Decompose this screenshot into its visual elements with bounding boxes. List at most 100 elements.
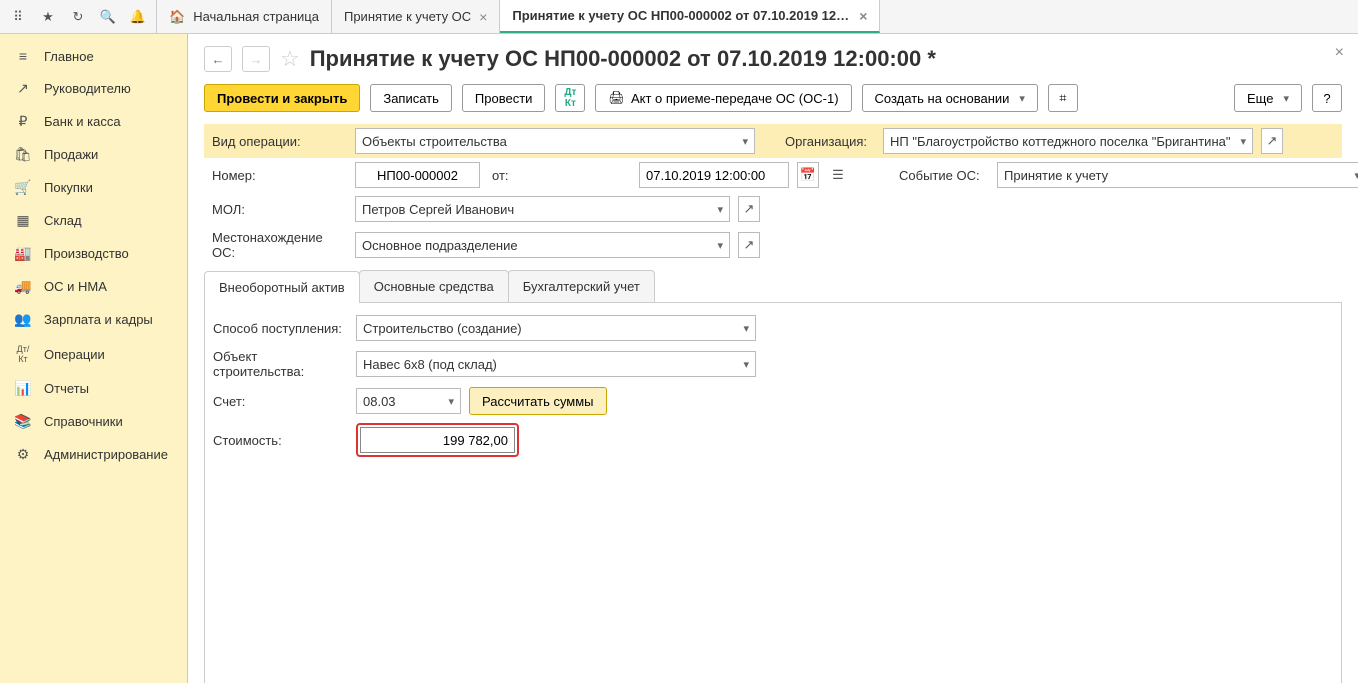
print-act-button[interactable]: 🖨Акт о приеме-передаче ОС (ОС-1) [595, 84, 851, 112]
chart-icon: ↗ [14, 80, 32, 97]
toolbar: Провести и закрыть Записать Провести ДтК… [204, 84, 1342, 112]
tab-panel: Способ поступления: Строительство (созда… [204, 303, 1342, 683]
sidebar-item-production[interactable]: 🏭Производство [0, 237, 187, 270]
print-icon: 🖨 [608, 90, 625, 106]
sidebar-item-warehouse[interactable]: ▦Склад [0, 204, 187, 237]
back-button[interactable]: ← [204, 46, 232, 72]
form-area: Вид операции: Объекты строительства▾ Орг… [204, 124, 1342, 683]
operation-type-select[interactable]: Объекты строительства▾ [355, 128, 755, 154]
sidebar-item-label: Справочники [44, 414, 123, 429]
dtkt-icon: Дт/Кт [14, 344, 32, 364]
sidebar-item-bank[interactable]: ₽ Банк и касса [0, 105, 187, 138]
sidebar-item-reports[interactable]: 📊 Отчеты [0, 372, 187, 405]
more-button[interactable]: Еще [1234, 84, 1302, 112]
organization-label: Организация: [785, 134, 875, 149]
chevron-down-icon: ▾ [717, 203, 723, 216]
sidebar-item-label: Отчеты [44, 381, 89, 396]
open-button[interactable]: ↗ [738, 232, 760, 258]
dtkt-button[interactable]: ДтКт [555, 84, 585, 112]
history-icon[interactable]: ↻ [66, 5, 90, 29]
ruble-icon: ₽ [14, 113, 32, 130]
mol-select[interactable]: Петров Сергей Иванович▾ [355, 196, 730, 222]
save-button[interactable]: Записать [370, 84, 452, 112]
sidebar-item-label: Банк и касса [44, 114, 121, 129]
close-icon[interactable]: × [859, 8, 867, 24]
forward-button[interactable]: → [242, 46, 270, 72]
tab-list[interactable]: Принятие к учету ОС × [332, 0, 500, 33]
tab-fixed-assets[interactable]: Основные средства [359, 270, 509, 302]
bell-icon[interactable]: 🔔 [126, 5, 150, 29]
calendar-icon[interactable]: 📅 [797, 162, 819, 188]
tab-accounting[interactable]: Бухгалтерский учет [508, 270, 655, 302]
chevron-down-icon: ▾ [743, 358, 749, 371]
method-select[interactable]: Строительство (создание)▾ [356, 315, 756, 341]
location-label: Местонахождение ОС: [212, 230, 347, 260]
cart-icon: 🛒 [14, 179, 32, 196]
truck-icon: 🚚 [14, 278, 32, 295]
organization-select[interactable]: НП "Благоустройство коттеджного поселка … [883, 128, 1253, 154]
chevron-down-icon: ▾ [742, 135, 748, 148]
sidebar-item-catalogs[interactable]: 📚 Справочники [0, 405, 187, 438]
apps-icon[interactable]: ⠿ [6, 5, 30, 29]
tab-noncurrent-asset[interactable]: Внеоборотный актив [204, 271, 360, 303]
open-button[interactable]: ↗ [1261, 128, 1283, 154]
tab-label: Принятие к учету ОС НП00-000002 от 07.10… [512, 8, 851, 23]
tab-label: Начальная страница [193, 9, 319, 24]
sidebar-item-admin[interactable]: ⚙Администрирование [0, 438, 187, 471]
mol-label: МОЛ: [212, 202, 347, 217]
operation-type-label: Вид операции: [212, 134, 347, 149]
sidebar-item-purchases[interactable]: 🛒 Покупки [0, 171, 187, 204]
event-select[interactable]: Принятие к учету▾ [997, 162, 1358, 188]
title-row: ← → ☆ Принятие к учету ОС НП00-000002 от… [204, 46, 1342, 72]
post-button[interactable]: Провести [462, 84, 546, 112]
object-select[interactable]: Навес 6х8 (под склад)▾ [356, 351, 756, 377]
books-icon: 📚 [14, 413, 32, 430]
sidebar-item-label: Покупки [44, 180, 93, 195]
chevron-down-icon: ▾ [1240, 135, 1246, 148]
sidebar-item-label: Главное [44, 49, 94, 64]
date-input[interactable] [639, 162, 789, 188]
sidebar-item-manager[interactable]: ↗Руководителю [0, 72, 187, 105]
sub-tabs: Внеоборотный актив Основные средства Бух… [204, 270, 1342, 303]
account-select[interactable]: 08.03▾ [356, 388, 461, 414]
cost-input[interactable] [360, 427, 515, 453]
topbar-icons: ⠿ ★ ↻ 🔍 🔔 [0, 0, 157, 33]
content: × ← → ☆ Принятие к учету ОС НП00-000002 … [188, 34, 1358, 683]
favorite-toggle-icon[interactable]: ☆ [280, 46, 300, 72]
page-title: Принятие к учету ОС НП00-000002 от 07.10… [310, 46, 936, 72]
sidebar-item-operations[interactable]: Дт/КтОперации [0, 336, 187, 372]
sidebar-item-assets[interactable]: 🚚 ОС и НМА [0, 270, 187, 303]
tab-document[interactable]: Принятие к учету ОС НП00-000002 от 07.10… [500, 0, 880, 33]
tab-home[interactable]: 🏠 Начальная страница [157, 0, 332, 33]
help-button[interactable]: ? [1312, 84, 1342, 112]
number-input[interactable] [355, 162, 480, 188]
structure-button[interactable]: ⌗ [1048, 84, 1078, 112]
bars-icon: 📊 [14, 380, 32, 397]
highlight-cost [356, 423, 519, 457]
chevron-down-icon: ▾ [743, 322, 749, 335]
favorite-icon[interactable]: ★ [36, 5, 60, 29]
event-label: Событие ОС: [899, 168, 989, 183]
window-tabs: 🏠 Начальная страница Принятие к учету ОС… [157, 0, 880, 33]
post-and-close-button[interactable]: Провести и закрыть [204, 84, 360, 112]
sidebar: ≡Главное ↗Руководителю ₽ Банк и касса 🛍Пр… [0, 34, 188, 683]
close-page-icon[interactable]: × [1335, 44, 1344, 62]
sidebar-item-main[interactable]: ≡Главное [0, 40, 187, 72]
calculate-button[interactable]: Рассчитать суммы [469, 387, 607, 415]
sidebar-item-payroll[interactable]: 👥Зарплата и кадры [0, 303, 187, 336]
sidebar-item-sales[interactable]: 🛍Продажи [0, 138, 187, 171]
sidebar-item-label: ОС и НМА [44, 279, 107, 294]
create-based-button[interactable]: Создать на основании [862, 84, 1038, 112]
chevron-down-icon: ▾ [717, 239, 723, 252]
bag-icon: 🛍 [14, 146, 32, 163]
topbar: ⠿ ★ ↻ 🔍 🔔 🏠 Начальная страница Принятие … [0, 0, 1358, 34]
list-icon[interactable]: ☰ [827, 162, 849, 188]
location-select[interactable]: Основное подразделение▾ [355, 232, 730, 258]
number-label: Номер: [212, 168, 347, 183]
tab-label: Принятие к учету ОС [344, 9, 471, 24]
home-icon: 🏠 [169, 9, 185, 25]
people-icon: 👥 [14, 311, 32, 328]
close-icon[interactable]: × [479, 9, 487, 25]
open-button[interactable]: ↗ [738, 196, 760, 222]
search-icon[interactable]: 🔍 [96, 5, 120, 29]
